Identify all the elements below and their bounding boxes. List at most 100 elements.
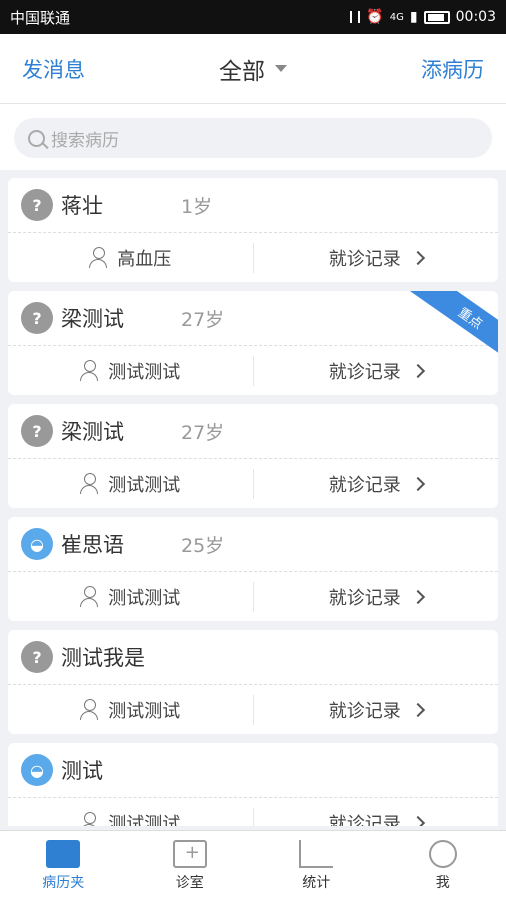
alarm-icon: ⏰ bbox=[366, 9, 384, 25]
tab-label: 统计 bbox=[302, 874, 331, 891]
medical-kit-icon bbox=[172, 839, 207, 868]
patient-name: 崔思语 bbox=[61, 533, 124, 557]
nav-header: 发消息 全部 添病历 bbox=[0, 34, 506, 104]
patient-header: ◒ 测试 bbox=[8, 743, 498, 798]
filter-dropdown[interactable]: 全部 bbox=[219, 52, 287, 86]
patient-name: 梁测试 bbox=[61, 420, 124, 444]
patient-actions: 测试测试 就诊记录 bbox=[8, 459, 498, 508]
search-icon bbox=[28, 129, 45, 147]
avatar-icon: ◒ bbox=[21, 528, 53, 560]
patient-header: ◒ 崔思语 25岁 bbox=[8, 517, 498, 572]
patient-header: ? 测试我是 bbox=[8, 630, 498, 685]
patient-age: 1岁 bbox=[181, 195, 213, 218]
avatar-icon: ? bbox=[21, 415, 53, 447]
tab-folder[interactable]: 病历夹 bbox=[0, 831, 127, 900]
chevron-right-icon bbox=[410, 363, 425, 378]
patient-actions: 测试测试 就诊记录 bbox=[8, 572, 498, 621]
patient-name: 梁测试 bbox=[61, 307, 124, 331]
visit-record-label: 就诊记录 bbox=[328, 587, 401, 609]
patient-age: 25岁 bbox=[181, 534, 225, 557]
patient-header: ? 蒋壮 1岁 bbox=[8, 178, 498, 233]
diagnosis-item: 测试测试 bbox=[8, 807, 254, 827]
patient-age: 27岁 bbox=[181, 421, 225, 444]
patient-card[interactable]: ? 测试我是 测试测试 就诊记录 bbox=[8, 630, 498, 734]
chevron-right-icon bbox=[410, 589, 425, 604]
patient-actions: 测试测试 就诊记录 bbox=[8, 346, 498, 395]
visit-record-button[interactable]: 就诊记录 bbox=[254, 245, 499, 271]
visit-record-button[interactable]: 就诊记录 bbox=[254, 358, 499, 384]
avatar-icon: ? bbox=[21, 189, 53, 221]
patient-actions: 高血压 就诊记录 bbox=[8, 233, 498, 282]
patient-card[interactable]: ◒ 测试 测试测试 就诊记录 bbox=[8, 743, 498, 826]
battery-icon bbox=[423, 10, 450, 24]
vibrate-icon bbox=[350, 11, 361, 23]
user-icon bbox=[428, 839, 457, 868]
visit-record-label: 就诊记录 bbox=[328, 248, 401, 270]
person-add-icon bbox=[80, 698, 100, 721]
avatar-icon: ? bbox=[21, 641, 53, 673]
diagnosis-label: 测试测试 bbox=[108, 474, 181, 496]
visit-record-label: 就诊记录 bbox=[328, 813, 401, 827]
visit-record-button[interactable]: 就诊记录 bbox=[254, 471, 499, 497]
tab-label: 病历夹 bbox=[42, 874, 85, 891]
carrier-label: 中国联通 bbox=[10, 8, 71, 27]
signal-icon: ▮ bbox=[409, 9, 418, 25]
tab-user[interactable]: 我 bbox=[380, 831, 506, 900]
filter-label: 全部 bbox=[219, 58, 265, 85]
person-add-icon bbox=[80, 585, 100, 608]
network-label: 4G bbox=[389, 11, 404, 23]
visit-record-button[interactable]: 就诊记录 bbox=[254, 697, 499, 723]
search-input[interactable]: 搜索病历 bbox=[14, 118, 492, 158]
diagnosis-label: 测试测试 bbox=[108, 813, 181, 827]
visit-record-button[interactable]: 就诊记录 bbox=[254, 584, 499, 610]
person-add-icon bbox=[80, 359, 100, 382]
tab-chart[interactable]: 统计 bbox=[253, 831, 380, 900]
visit-record-label: 就诊记录 bbox=[328, 361, 401, 383]
diagnosis-label: 高血压 bbox=[117, 248, 172, 270]
tab-label: 诊室 bbox=[175, 874, 204, 891]
chevron-right-icon bbox=[410, 702, 425, 717]
tab-label: 我 bbox=[435, 874, 450, 891]
diagnosis-label: 测试测试 bbox=[108, 700, 181, 722]
status-icons: ⏰ 4G ▮ 00:03 bbox=[350, 9, 496, 25]
diagnosis-label: 测试测试 bbox=[108, 587, 181, 609]
patient-header: ? 梁测试 27岁 bbox=[8, 404, 498, 459]
chevron-right-icon bbox=[410, 250, 425, 265]
patient-card[interactable]: ? 梁测试 27岁 测试测试 就诊记录 bbox=[8, 404, 498, 508]
person-add-icon bbox=[80, 811, 100, 826]
chevron-right-icon bbox=[410, 815, 425, 826]
person-add-icon bbox=[80, 472, 100, 495]
visit-record-label: 就诊记录 bbox=[328, 474, 401, 496]
diagnosis-item: 测试测试 bbox=[8, 694, 254, 725]
patient-name: 蒋壮 bbox=[61, 194, 103, 218]
patient-list: ? 蒋壮 1岁 高血压 就诊记录 ? 梁测试 27岁 测试测试 就诊记录 重点 … bbox=[0, 170, 506, 826]
status-bar: 中国联通 ⏰ 4G ▮ 00:03 bbox=[0, 0, 506, 34]
patient-card[interactable]: ? 梁测试 27岁 测试测试 就诊记录 重点 bbox=[8, 291, 498, 395]
caret-down-icon bbox=[275, 65, 287, 72]
avatar-icon: ◒ bbox=[21, 754, 53, 786]
patient-name: 测试 bbox=[61, 759, 103, 783]
avatar-icon: ? bbox=[21, 302, 53, 334]
patient-age: 27岁 bbox=[181, 308, 225, 331]
person-add-icon bbox=[89, 246, 109, 269]
diagnosis-item: 测试测试 bbox=[8, 468, 254, 499]
patient-name: 测试我是 bbox=[61, 646, 145, 670]
patient-card[interactable]: ◒ 崔思语 25岁 测试测试 就诊记录 bbox=[8, 517, 498, 621]
visit-record-label: 就诊记录 bbox=[328, 700, 401, 722]
patient-actions: 测试测试 就诊记录 bbox=[8, 685, 498, 734]
folder-icon bbox=[46, 839, 81, 868]
send-message-button[interactable]: 发消息 bbox=[22, 54, 85, 84]
chart-icon bbox=[299, 839, 334, 868]
diagnosis-item: 测试测试 bbox=[8, 581, 254, 612]
add-record-button[interactable]: 添病历 bbox=[421, 54, 484, 84]
search-placeholder: 搜索病历 bbox=[51, 130, 119, 151]
patient-card[interactable]: ? 蒋壮 1岁 高血压 就诊记录 bbox=[8, 178, 498, 282]
tab-bar: 病历夹 诊室 统计 我 bbox=[0, 830, 506, 900]
clock-label: 00:03 bbox=[455, 9, 496, 25]
visit-record-button[interactable]: 就诊记录 bbox=[254, 810, 499, 827]
diagnosis-item: 测试测试 bbox=[8, 355, 254, 386]
search-bar: 搜索病历 bbox=[0, 104, 506, 170]
diagnosis-item: 高血压 bbox=[8, 242, 254, 273]
chevron-right-icon bbox=[410, 476, 425, 491]
tab-medical-kit[interactable]: 诊室 bbox=[127, 831, 254, 900]
